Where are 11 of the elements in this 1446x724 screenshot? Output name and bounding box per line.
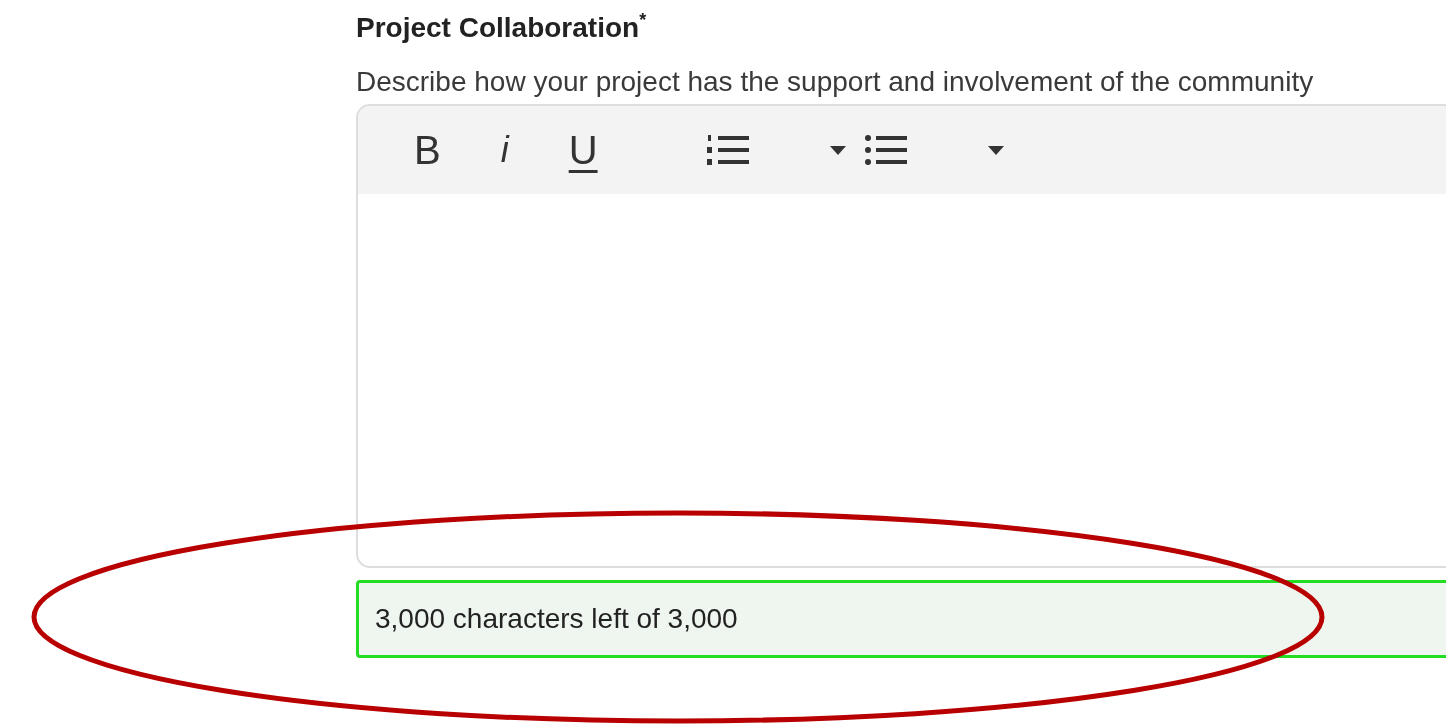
field-description: Describe how your project has the support and involvement of the community [356, 65, 1314, 99]
caret-icon[interactable] [829, 145, 846, 155]
italic-button[interactable]: i [496, 126, 513, 174]
underline-button[interactable]: U [564, 126, 602, 174]
caret-icon[interactable] [987, 145, 1004, 155]
character-counter: 3,000 characters left of 3,000 [356, 580, 1446, 658]
bold-button[interactable]: B [410, 126, 445, 174]
bullet-list-icon[interactable] [863, 133, 908, 167]
field-label: Project Collaboration$^{*}$ [356, 9, 647, 45]
rich-text-editor[interactable]: B i U [356, 104, 1446, 568]
numbered-list-icon[interactable] [705, 133, 750, 167]
